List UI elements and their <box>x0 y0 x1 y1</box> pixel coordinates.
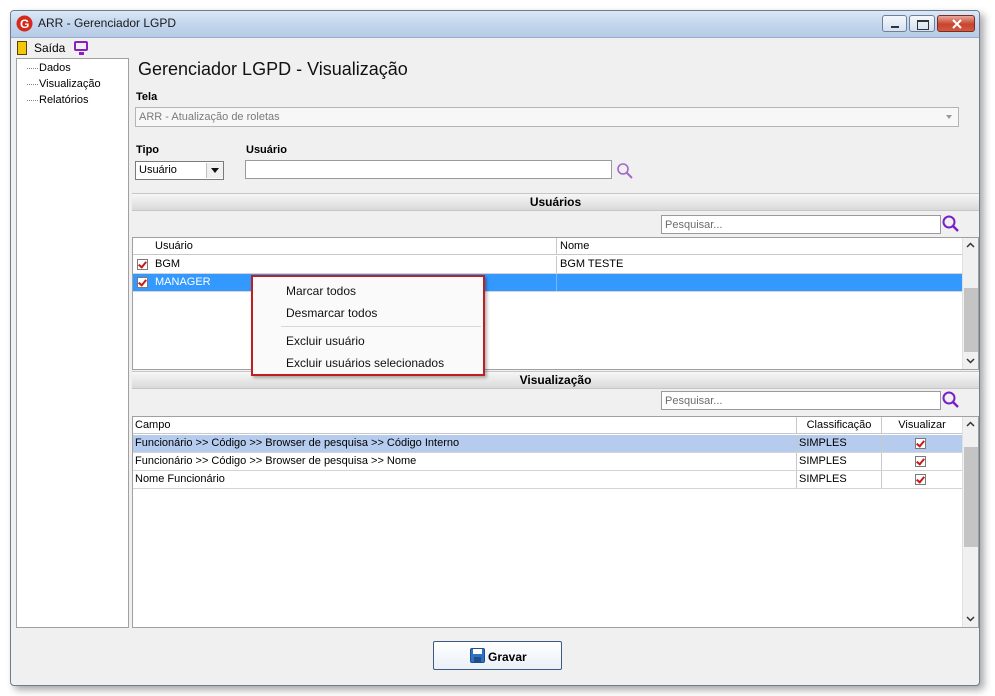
menu-item-marcar-todos[interactable]: Marcar todos <box>286 284 356 298</box>
column-divider <box>796 435 797 452</box>
column-header-usuario[interactable]: Usuário <box>155 238 555 255</box>
exit-menu-item[interactable]: Saída <box>34 41 65 55</box>
close-button[interactable] <box>937 15 975 32</box>
chevron-down-icon[interactable] <box>965 613 976 624</box>
menu-item-desmarcar-todos[interactable]: Desmarcar todos <box>286 306 377 320</box>
column-divider <box>796 453 797 470</box>
close-icon <box>952 19 962 29</box>
monitor-icon[interactable] <box>74 41 88 51</box>
menu-item-excluir-usuario[interactable]: Excluir usuário <box>286 334 365 348</box>
chevron-down-icon[interactable] <box>942 110 956 124</box>
usuarios-scrollbar[interactable] <box>962 238 978 369</box>
tree-connector <box>27 84 38 86</box>
chevron-up-icon[interactable] <box>965 419 976 430</box>
floppy-disk-icon <box>470 648 485 663</box>
page-title: Gerenciador LGPD - Visualização <box>138 59 408 79</box>
visualizacao-search-placeholder: Pesquisar... <box>665 395 723 407</box>
tipo-label: Tipo <box>136 144 160 156</box>
title-bar: G ARR - Gerenciador LGPD <box>11 11 979 38</box>
visualizacao-grid: Campo Classificação Visualizar Funcionár… <box>132 416 979 628</box>
usuarios-grid-header: Usuário Nome <box>133 238 962 255</box>
visualizacao-search-input[interactable]: Pesquisar... <box>661 391 941 410</box>
usuario-cell: BGM <box>155 258 181 270</box>
minimize-icon <box>891 26 899 28</box>
column-divider <box>556 274 557 291</box>
maximize-button[interactable] <box>909 15 935 32</box>
classificacao-cell: SIMPLES <box>799 437 847 449</box>
table-row[interactable]: Funcionário >> Código >> Browser de pesq… <box>133 435 962 453</box>
visualizar-checkbox[interactable] <box>915 438 926 449</box>
visualizacao-grid-header: Campo Classificação Visualizar <box>133 417 962 434</box>
nome-cell <box>560 274 960 291</box>
search-icon[interactable] <box>941 390 961 410</box>
app-window: G ARR - Gerenciador LGPD Saída Dados Vis… <box>10 10 980 686</box>
tree-item-relatorios[interactable]: Relatórios <box>39 94 89 106</box>
visualizar-checkbox[interactable] <box>915 456 926 467</box>
classificacao-cell: SIMPLES <box>799 473 847 485</box>
menu-separator <box>281 326 481 327</box>
column-divider <box>796 471 797 488</box>
usuarios-section-header: Usuários <box>132 193 979 211</box>
chevron-down-icon[interactable] <box>965 355 976 366</box>
chevron-up-icon[interactable] <box>965 240 976 251</box>
menu-item-excluir-selecionados[interactable]: Excluir usuários selecionados <box>286 356 444 370</box>
scroll-thumb[interactable] <box>964 447 978 547</box>
campo-cell: Funcionário >> Código >> Browser de pesq… <box>135 437 460 449</box>
visualizacao-scrollbar[interactable] <box>962 417 978 627</box>
maximize-icon <box>917 20 929 30</box>
scroll-thumb[interactable] <box>964 288 978 352</box>
usuario-filter-label: Usuário <box>246 144 287 156</box>
navigation-tree: Dados Visualização Relatórios <box>16 58 129 628</box>
visualizar-checkbox[interactable] <box>915 474 926 485</box>
tipo-value: Usuário <box>139 164 177 176</box>
column-divider <box>881 471 882 488</box>
column-divider <box>881 435 882 452</box>
svg-text:G: G <box>20 17 29 31</box>
tela-combo[interactable]: ARR - Atualização de roletas <box>135 107 959 127</box>
campo-cell: Funcionário >> Código >> Browser de pesq… <box>135 455 417 467</box>
classificacao-cell: SIMPLES <box>799 455 847 467</box>
usuario-filter-input[interactable] <box>245 160 612 179</box>
search-icon[interactable] <box>616 162 634 180</box>
tela-label: Tela <box>136 91 158 103</box>
nome-cell: BGM TESTE <box>560 258 624 270</box>
context-menu: Marcar todos Desmarcar todos Excluir usu… <box>251 275 485 376</box>
tipo-combo[interactable]: Usuário <box>135 161 224 180</box>
table-row[interactable]: Funcionário >> Código >> Browser de pesq… <box>133 453 962 471</box>
row-checkbox[interactable] <box>137 277 148 288</box>
column-header-campo[interactable]: Campo <box>135 417 791 434</box>
tela-value: ARR - Atualização de roletas <box>139 111 280 123</box>
column-divider <box>556 238 557 254</box>
door-exit-icon[interactable] <box>17 41 27 55</box>
menu-bar: Saída <box>11 38 979 58</box>
column-header-visualizar[interactable]: Visualizar <box>882 417 962 434</box>
tipo-dropdown-button[interactable] <box>206 163 223 178</box>
chevron-down-icon <box>211 168 219 173</box>
column-header-nome[interactable]: Nome <box>560 238 960 255</box>
app-logo-icon: G <box>16 15 33 32</box>
tree-item-dados[interactable]: Dados <box>39 62 71 74</box>
column-divider <box>556 256 557 273</box>
usuarios-search-placeholder: Pesquisar... <box>665 219 723 231</box>
usuarios-search-input[interactable]: Pesquisar... <box>661 215 941 234</box>
tree-connector <box>27 68 38 70</box>
monitor-stand <box>79 52 84 55</box>
column-header-classificacao[interactable]: Classificação <box>797 417 881 434</box>
table-row[interactable]: Nome Funcionário SIMPLES <box>133 471 962 489</box>
column-divider <box>881 453 882 470</box>
search-icon[interactable] <box>941 214 961 234</box>
tree-item-visualizacao[interactable]: Visualização <box>39 78 101 90</box>
save-button-label: Gravar <box>488 650 527 664</box>
row-checkbox[interactable] <box>137 259 148 270</box>
campo-cell: Nome Funcionário <box>135 473 225 485</box>
window-title: ARR - Gerenciador LGPD <box>38 16 177 30</box>
tree-connector <box>27 100 38 102</box>
save-button[interactable]: Gravar <box>433 641 562 670</box>
minimize-button[interactable] <box>882 15 907 32</box>
table-row[interactable]: BGM BGM TESTE <box>133 256 962 274</box>
